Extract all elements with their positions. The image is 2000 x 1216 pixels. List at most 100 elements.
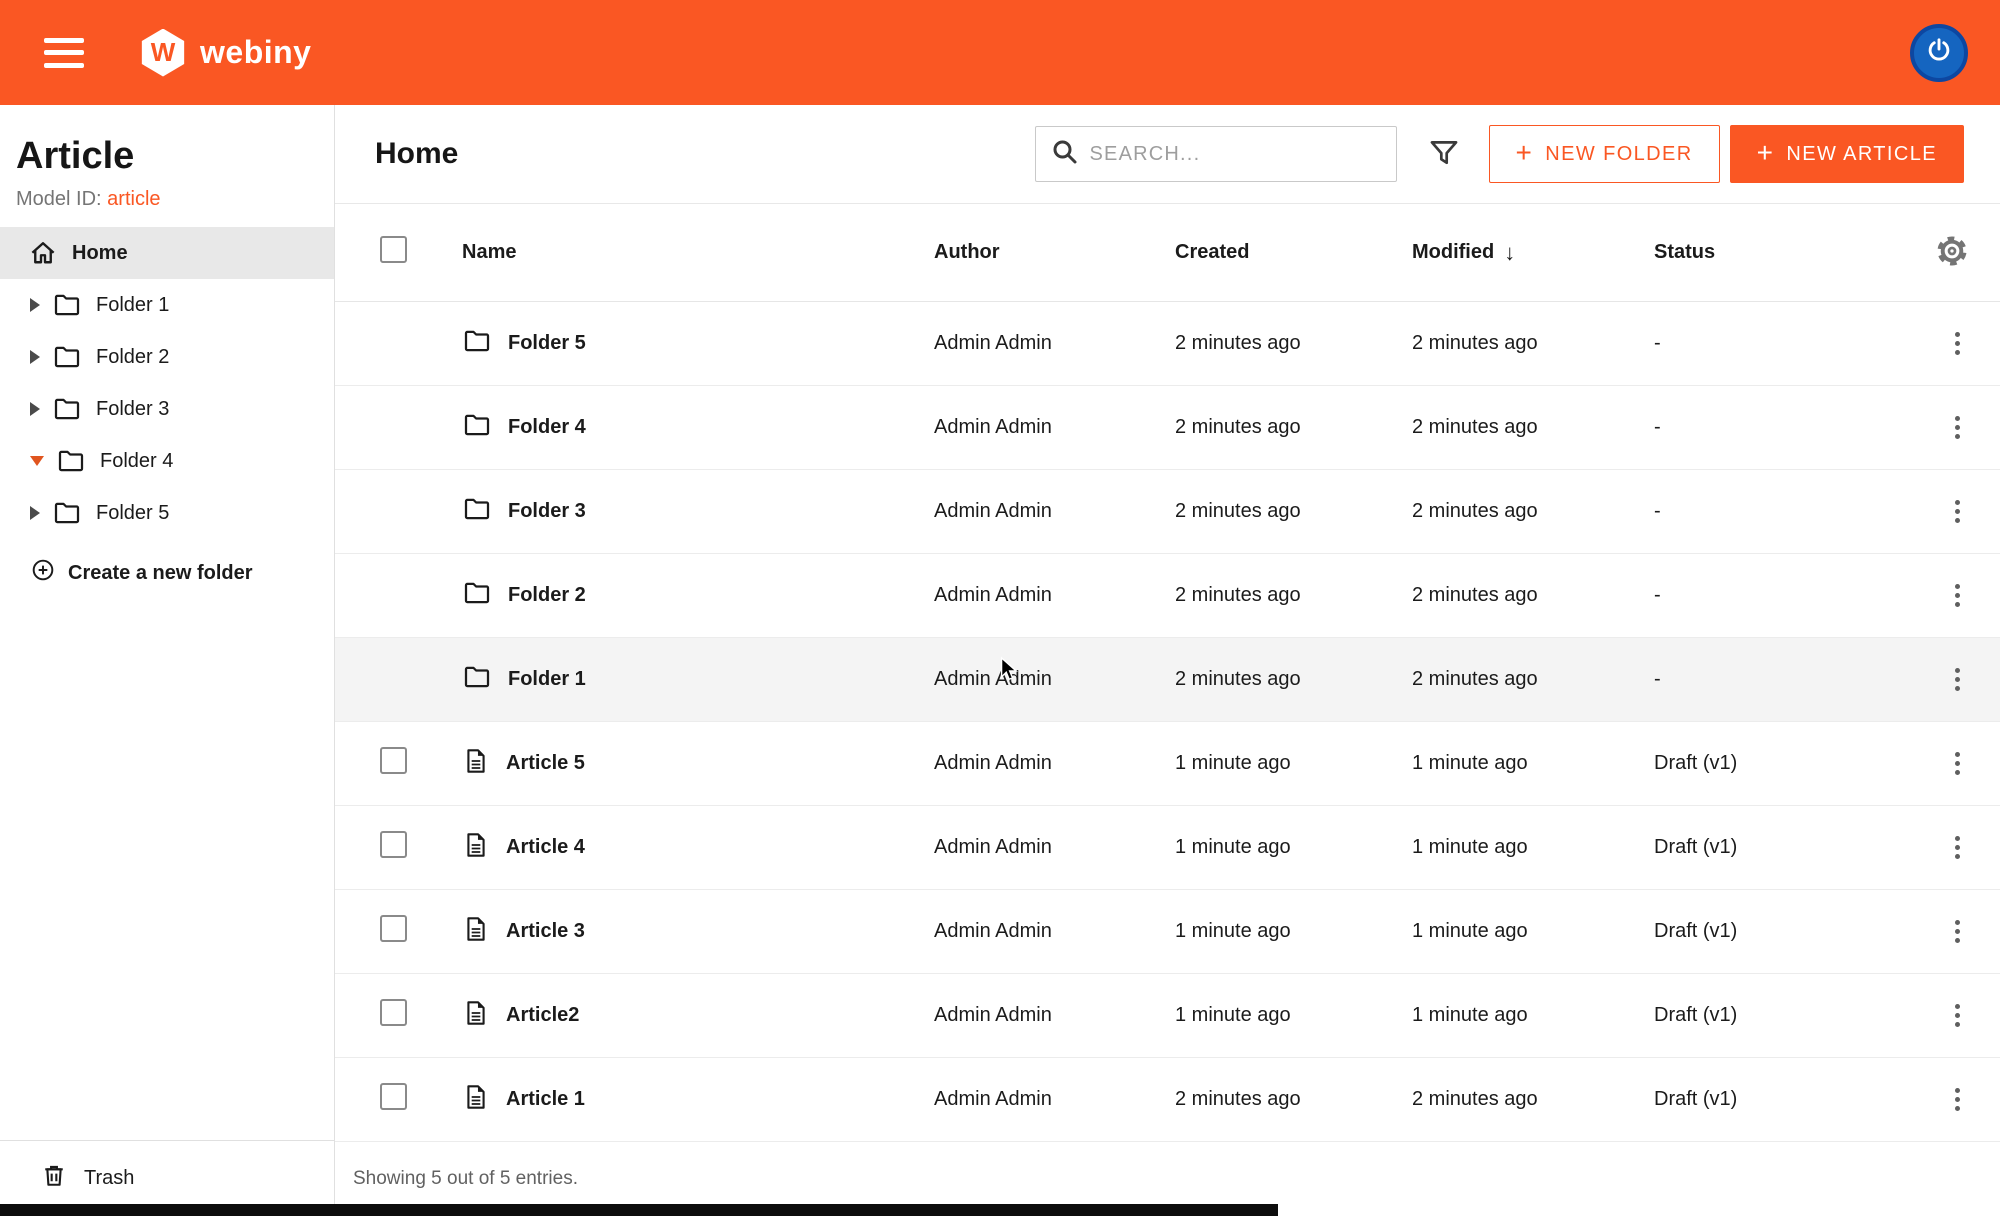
- folder-icon: [462, 494, 492, 530]
- row-author: Admin Admin: [934, 920, 1175, 943]
- folder-icon: [462, 410, 492, 446]
- webiny-logo[interactable]: W webiny: [140, 29, 311, 77]
- kebab-menu-icon[interactable]: [1945, 998, 1970, 1033]
- row-status: -: [1654, 416, 1926, 439]
- trash-icon: [40, 1162, 68, 1196]
- row-author: Admin Admin: [934, 584, 1175, 607]
- entries-count: Showing 5 out of 5 entries.: [335, 1142, 2000, 1190]
- column-header-author[interactable]: Author: [934, 241, 1175, 264]
- table-row[interactable]: Folder 3 Admin Admin 2 minutes ago 2 min…: [335, 470, 2000, 554]
- row-status: -: [1654, 500, 1926, 523]
- kebab-menu-icon[interactable]: [1945, 830, 1970, 865]
- kebab-menu-icon[interactable]: [1945, 578, 1970, 613]
- chevron-right-icon[interactable]: [30, 506, 40, 520]
- column-header-status[interactable]: Status: [1654, 241, 1926, 264]
- row-status: Draft (v1): [1654, 1088, 1926, 1111]
- row-name[interactable]: Article 1: [506, 1088, 585, 1111]
- topbar: W webiny: [0, 0, 2000, 105]
- row-created: 1 minute ago: [1175, 836, 1412, 859]
- row-status: Draft (v1): [1654, 752, 1926, 775]
- table-row[interactable]: Article 4 Admin Admin 1 minute ago 1 min…: [335, 806, 2000, 890]
- row-created: 2 minutes ago: [1175, 668, 1412, 691]
- table-row[interactable]: Folder 1 Admin Admin 2 minutes ago 2 min…: [335, 638, 2000, 722]
- row-checkbox[interactable]: [380, 831, 407, 858]
- sidebar-item-folder-5[interactable]: Folder 5: [0, 487, 334, 539]
- create-new-folder-button[interactable]: Create a new folder: [30, 557, 334, 589]
- row-author: Admin Admin: [934, 500, 1175, 523]
- chevron-right-icon[interactable]: [30, 402, 40, 416]
- row-name[interactable]: Folder 2: [508, 584, 586, 607]
- row-name[interactable]: Article 3: [506, 920, 585, 943]
- sidebar-item-folder-4[interactable]: Folder 4: [0, 435, 334, 487]
- folder-tree: Home Folder 1 Folder 2: [0, 227, 334, 539]
- kebab-menu-icon[interactable]: [1945, 494, 1970, 529]
- sidebar-item-label: Home: [72, 242, 128, 265]
- kebab-menu-icon[interactable]: [1945, 410, 1970, 445]
- row-name[interactable]: Article 4: [506, 836, 585, 859]
- row-name[interactable]: Folder 4: [508, 416, 586, 439]
- content-area: Home + NEW FOLDER +: [335, 105, 2000, 1216]
- filter-button[interactable]: [1427, 136, 1461, 173]
- table-row[interactable]: Article2 Admin Admin 1 minute ago 1 minu…: [335, 974, 2000, 1058]
- toolbar: Home + NEW FOLDER +: [335, 105, 2000, 204]
- select-all-checkbox[interactable]: [380, 236, 407, 263]
- chevron-right-icon[interactable]: [30, 298, 40, 312]
- model-id-label: Model ID:: [16, 188, 102, 210]
- table-row[interactable]: Article 1 Admin Admin 2 minutes ago 2 mi…: [335, 1058, 2000, 1142]
- table-row[interactable]: Folder 2 Admin Admin 2 minutes ago 2 min…: [335, 554, 2000, 638]
- row-checkbox[interactable]: [380, 747, 407, 774]
- column-header-name[interactable]: Name: [462, 241, 934, 264]
- row-author: Admin Admin: [934, 836, 1175, 859]
- table-row[interactable]: Folder 5 Admin Admin 2 minutes ago 2 min…: [335, 302, 2000, 386]
- sidebar-item-folder-3[interactable]: Folder 3: [0, 383, 334, 435]
- column-header-created[interactable]: Created: [1175, 241, 1412, 264]
- new-folder-button[interactable]: + NEW FOLDER: [1489, 125, 1720, 183]
- folder-icon: [52, 394, 82, 424]
- new-article-button[interactable]: + NEW ARTICLE: [1730, 125, 1964, 183]
- kebab-menu-icon[interactable]: [1945, 662, 1970, 697]
- folder-icon: [52, 290, 82, 320]
- kebab-menu-icon[interactable]: [1945, 746, 1970, 781]
- row-name[interactable]: Article2: [506, 1004, 579, 1027]
- table-row[interactable]: Article 5 Admin Admin 1 minute ago 1 min…: [335, 722, 2000, 806]
- search-input[interactable]: [1090, 143, 1382, 166]
- row-name[interactable]: Article 5: [506, 752, 585, 775]
- search-icon: [1050, 137, 1080, 172]
- user-avatar-power-button[interactable]: [1910, 24, 1968, 82]
- sort-descending-icon: ↓: [1504, 240, 1515, 266]
- row-checkbox[interactable]: [380, 915, 407, 942]
- row-created: 2 minutes ago: [1175, 1088, 1412, 1111]
- hamburger-menu-icon[interactable]: [44, 38, 84, 68]
- row-created: 1 minute ago: [1175, 752, 1412, 775]
- row-name[interactable]: Folder 5: [508, 332, 586, 355]
- chevron-down-icon[interactable]: [30, 456, 44, 466]
- breadcrumb[interactable]: Home: [375, 137, 458, 171]
- sidebar-item-folder-1[interactable]: Folder 1: [0, 279, 334, 331]
- kebab-menu-icon[interactable]: [1945, 1082, 1970, 1117]
- row-created: 1 minute ago: [1175, 1004, 1412, 1027]
- row-status: Draft (v1): [1654, 1004, 1926, 1027]
- table-settings-button[interactable]: [1934, 233, 1970, 272]
- kebab-menu-icon[interactable]: [1945, 326, 1970, 361]
- new-article-label: NEW ARTICLE: [1786, 143, 1937, 166]
- table-row[interactable]: Article 3 Admin Admin 1 minute ago 1 min…: [335, 890, 2000, 974]
- plus-icon: +: [1757, 139, 1775, 167]
- plus-icon: +: [1516, 139, 1534, 167]
- kebab-menu-icon[interactable]: [1945, 914, 1970, 949]
- search-box[interactable]: [1035, 126, 1397, 182]
- sidebar-item-folder-2[interactable]: Folder 2: [0, 331, 334, 383]
- sidebar-item-home[interactable]: Home: [0, 227, 334, 279]
- row-created: 2 minutes ago: [1175, 500, 1412, 523]
- row-name[interactable]: Folder 1: [508, 668, 586, 691]
- chevron-right-icon[interactable]: [30, 350, 40, 364]
- row-modified: 2 minutes ago: [1412, 584, 1654, 607]
- row-checkbox[interactable]: [380, 999, 407, 1026]
- column-header-modified[interactable]: Modified ↓: [1412, 240, 1654, 266]
- row-name[interactable]: Folder 3: [508, 500, 586, 523]
- table-header: Name Author Created Modified ↓ Status: [335, 204, 2000, 302]
- row-checkbox[interactable]: [380, 1083, 407, 1110]
- table-row[interactable]: Folder 4 Admin Admin 2 minutes ago 2 min…: [335, 386, 2000, 470]
- gear-icon: [1934, 233, 1970, 272]
- row-modified: 1 minute ago: [1412, 836, 1654, 859]
- row-created: 2 minutes ago: [1175, 416, 1412, 439]
